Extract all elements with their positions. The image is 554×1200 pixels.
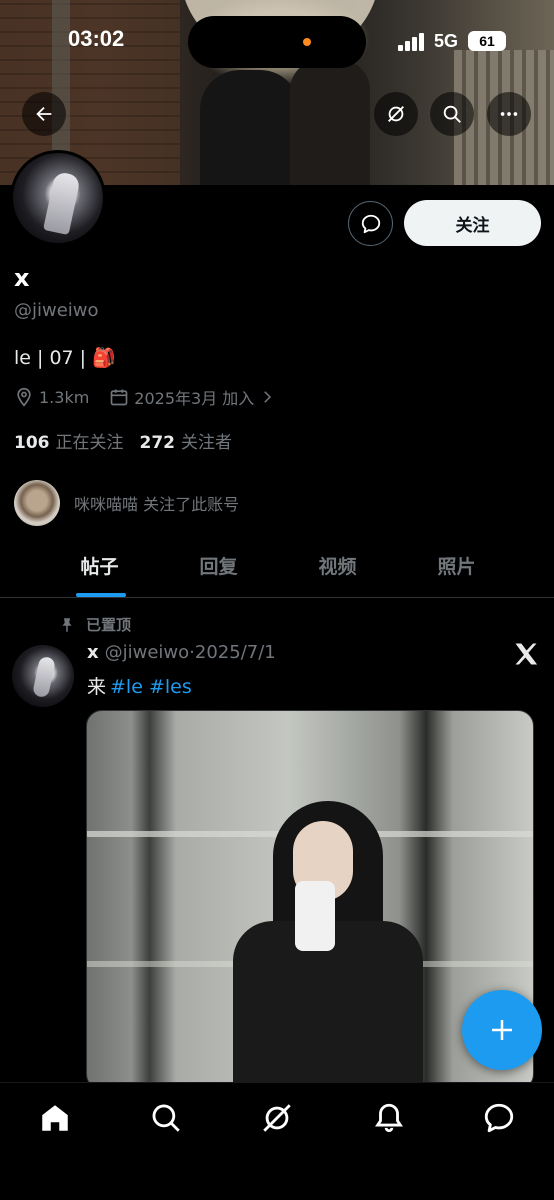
joined-text: 2025年3月 加入 <box>134 389 255 408</box>
home-icon <box>42 1105 68 1131</box>
followers-link[interactable]: 272 关注者 <box>140 428 233 453</box>
status-bar: 03:02 5G 61 <box>0 0 554 84</box>
x-logo-icon <box>515 643 538 665</box>
banner-person <box>200 70 300 185</box>
location-text: 1.3km <box>39 387 90 407</box>
network-type: 5G <box>434 31 459 51</box>
nav-grok[interactable] <box>260 1101 294 1135</box>
profile-tabs: 帖子 回复 视频 照片 <box>0 540 554 598</box>
message-icon <box>361 214 380 233</box>
pinned-label: 已置顶 <box>86 616 132 634</box>
followers-label: 关注者 <box>181 433 232 453</box>
recording-indicator <box>303 38 311 46</box>
post-header: x @jiweiwo · 2025/7/1 <box>87 642 276 663</box>
nav-notifications[interactable] <box>372 1101 406 1135</box>
post-body: 来 <box>87 676 107 698</box>
post-date[interactable]: 2025/7/1 <box>195 642 276 663</box>
calendar-icon <box>110 389 128 406</box>
bell-icon <box>375 1103 403 1133</box>
profile-location: 1.3km <box>14 387 89 407</box>
battery-icon: 61 <box>468 31 506 51</box>
grok-icon <box>388 106 404 122</box>
followed-by-row[interactable]: 咪咪喵喵 关注了此账号 <box>14 480 239 526</box>
follow-button[interactable]: 关注 <box>404 200 541 246</box>
avatar-figure <box>43 170 81 236</box>
tab-videos[interactable]: 视频 <box>278 540 397 597</box>
post-author-name[interactable]: x <box>87 642 99 663</box>
follower-avatar <box>14 480 60 526</box>
pin-icon <box>62 617 72 632</box>
location-icon <box>17 387 31 407</box>
bottom-navigation <box>0 1082 554 1200</box>
plus-icon <box>492 1020 512 1040</box>
signal-icon <box>398 33 426 51</box>
following-link[interactable]: 106 正在关注 <box>14 428 124 453</box>
search-icon <box>152 1104 180 1132</box>
following-label: 正在关注 <box>55 433 124 453</box>
tab-photos[interactable]: 照片 <box>397 540 516 597</box>
profile-name: x <box>14 264 30 292</box>
pinned-indicator: 已置顶 <box>58 614 131 635</box>
search-button[interactable] <box>430 92 474 136</box>
profile-handle: @jiweiwo <box>14 300 99 321</box>
profile-avatar[interactable] <box>10 150 106 246</box>
profile-bio: le | 07 | 🎒 <box>14 347 116 369</box>
more-button[interactable] <box>487 92 531 136</box>
nav-messages[interactable] <box>482 1101 516 1135</box>
image-figure <box>233 801 423 1089</box>
followed-by-text: 咪咪喵喵 关注了此账号 <box>74 495 240 514</box>
profile-meta: 1.3km 2025年3月 加入 <box>14 384 301 410</box>
post-text: 来 #le #les <box>87 672 192 699</box>
profile-joined[interactable]: 2025年3月 加入 <box>109 385 281 409</box>
followers-count: 272 <box>139 433 176 453</box>
search-icon <box>443 105 461 123</box>
tab-replies[interactable]: 回复 <box>159 540 278 597</box>
profile-page: 03:02 5G 61 关注 x @jiweiwo le | 07 | 🎒 1.… <box>0 0 554 1200</box>
post-hashtags[interactable]: #le #les <box>110 676 192 698</box>
tab-posts[interactable]: 帖子 <box>40 540 159 597</box>
follow-stats: 106 正在关注 272 关注者 <box>14 428 248 453</box>
grok-button[interactable] <box>374 92 418 136</box>
message-button[interactable] <box>348 201 393 246</box>
more-icon <box>500 112 518 116</box>
message-icon <box>484 1103 514 1133</box>
arrow-left-icon <box>36 106 52 122</box>
nav-home[interactable] <box>38 1101 72 1135</box>
dynamic-island <box>188 16 366 68</box>
following-count: 106 <box>14 433 50 453</box>
back-button[interactable] <box>22 92 66 136</box>
compose-button[interactable] <box>462 990 542 1070</box>
post-author-avatar[interactable] <box>12 645 74 707</box>
post-author-handle[interactable]: @jiweiwo <box>105 642 190 663</box>
grok-icon <box>263 1104 291 1132</box>
status-time: 03:02 <box>68 26 125 51</box>
nav-search[interactable] <box>149 1101 183 1135</box>
chevron-right-icon <box>264 391 272 403</box>
avatar-figure <box>32 655 56 699</box>
